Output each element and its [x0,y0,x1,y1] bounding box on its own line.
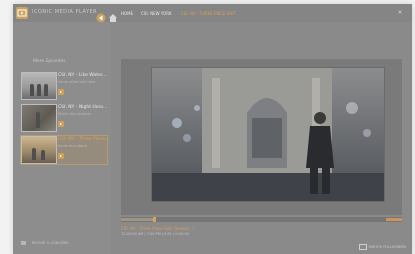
breadcrumb-episode: CSI: NY - THREE PIECE SUIT [181,11,236,16]
close-icon[interactable]: ✕ [396,9,404,17]
episode-title: CSI: NY - Like Water... [58,73,107,78]
play-icon[interactable] [58,121,64,127]
volume-bar[interactable] [386,218,402,221]
episode-subtitle: Some text about [58,144,88,148]
episode-title: CSI: NY - Night Hero... [58,105,108,110]
episode-item[interactable]: CSI: NY - Like Water... Some other text … [21,72,107,100]
app-logo-icon [16,7,28,19]
episode-item[interactable]: CSI: NY - Night Hero... Who's this episo… [21,104,107,132]
episode-item-selected[interactable]: CSI: NY - Three Piece... Some text about [20,135,110,165]
fullscreen-button[interactable]: SWITCH FULLSCREEN [358,244,406,250]
progress-handle[interactable] [152,217,156,222]
breadcrumb-home[interactable]: HOME [121,11,133,16]
sidebar: More Episodes CSI: NY - Like Water... So… [13,22,111,254]
breadcrumb-show[interactable]: CSI: NEW YORK [141,11,172,16]
top-bar: ICONIC MEDIA PLAYER HOME CSI: NEW YORK C… [13,4,412,23]
flag-icon [21,241,26,245]
report-concern-label: REPORT A CONCERN [32,241,68,245]
app-title: ICONIC MEDIA PLAYER [32,9,98,15]
video-frame[interactable] [151,67,385,202]
progress-fill [121,218,153,221]
fullscreen-icon [358,244,367,250]
play-icon[interactable] [58,89,64,95]
video-player[interactable] [121,59,402,215]
episode-title: CSI: NY - Three Piece... [58,137,110,142]
report-concern-link[interactable]: REPORT A CONCERN [21,241,68,245]
episode-thumbnail [21,72,57,100]
episode-thumbnail [21,136,57,164]
episode-subtitle: Some other text here [58,80,96,84]
app-window: ICONIC MEDIA PLAYER HOME CSI: NEW YORK C… [13,4,412,254]
now-playing-title: CSI: NY - Three Piece Suit (Season...) [121,226,195,231]
episode-subtitle: Who's this episode [58,112,91,116]
home-icon[interactable] [108,8,118,22]
now-playing-meta: 12:00:00 AM | 7:00 PM | 0:01 / 0:00:00 [121,232,189,236]
episode-thumbnail [21,104,57,132]
back-arrow-icon[interactable] [96,8,106,23]
progress-bar[interactable] [121,217,402,222]
play-icon[interactable] [58,153,64,159]
fullscreen-label: SWITCH FULLSCREEN [368,245,406,249]
sidebar-heading: More Episodes [33,59,66,64]
main-panel: CSI: NY - Three Piece Suit (Season...) 1… [111,22,412,254]
